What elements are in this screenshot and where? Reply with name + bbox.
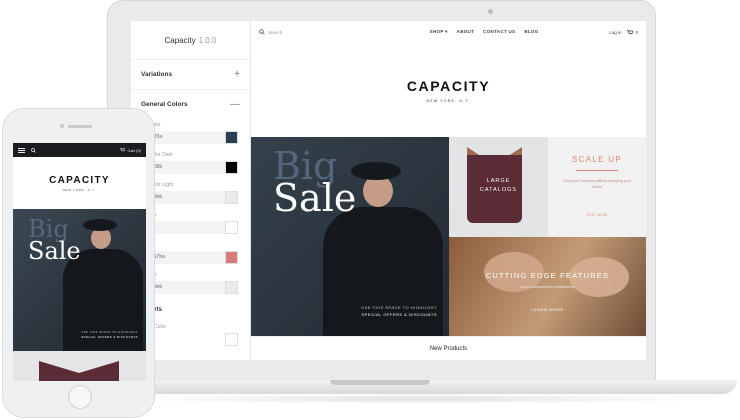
color-swatch[interactable] (225, 221, 238, 234)
hero-caption: SPECIAL OFFERS & DISCOUNTS (81, 335, 138, 339)
account-links: Log in 0 (609, 30, 638, 35)
color-input[interactable]: f (141, 221, 235, 234)
model-hat (351, 162, 401, 180)
panel-version: 1.0.0 (198, 35, 217, 45)
color-swatch[interactable] (225, 191, 238, 204)
new-products-heading: New Products (251, 336, 646, 360)
tile-label-line: LARGE (486, 178, 511, 184)
tile-divider (576, 170, 618, 171)
color-input[interactable]: 505b (141, 161, 235, 174)
phone-home-button[interactable] (68, 385, 92, 409)
main-nav: SHOP ▾ ABOUT CONTACT US BLOG (359, 29, 609, 35)
tile-title: SCALE UP (572, 155, 622, 164)
color-input[interactable]: e9eb (141, 191, 235, 204)
logo-subtitle: NEW YORK, N.Y. (62, 188, 97, 192)
phone-cart-label: Cart (0) (127, 147, 141, 153)
laptop-screen: Capacity 1.0.0 Variations + General Colo… (131, 21, 646, 360)
cart-link[interactable]: 0 (627, 30, 638, 35)
phone-top-left (18, 147, 36, 153)
hero-caption: USE THIS SPACE TO HIGHLIGHT (361, 305, 437, 310)
nav-about[interactable]: ABOUT (457, 29, 475, 35)
color-swatch[interactable] (225, 281, 238, 294)
color-swatch[interactable] (225, 251, 238, 264)
tile-label: LARGE CATALOGS (449, 177, 548, 195)
menu-icon[interactable] (18, 147, 25, 153)
nav-blog[interactable]: BLOG (524, 29, 538, 35)
tile-catalogs[interactable]: LARGE CATALOGS (449, 137, 548, 237)
nav-contact[interactable]: CONTACT US (483, 29, 515, 35)
logo-subtitle: NEW YORK, N.Y. (426, 98, 471, 103)
tile-scale-up[interactable]: SCALE UP Grow your business without chan… (548, 137, 646, 237)
hero-caption: USE THIS SPACE TO HIGHLIGHT (81, 330, 138, 334)
section-variations[interactable]: Variations + (131, 59, 250, 89)
cart-count: 0 (635, 29, 638, 35)
hero-caption: SPECIAL OFFERS & DISCOUNTS (361, 312, 437, 317)
logo-word: CAPACITY (49, 174, 110, 186)
cart-icon (627, 29, 634, 34)
panel-title: Capacity 1.0.0 (131, 21, 250, 59)
phone-top-bar: Cart (0) (13, 143, 146, 157)
phone-speaker (68, 125, 92, 128)
color-input[interactable]: a17ba (141, 251, 235, 264)
model-hat (83, 219, 117, 231)
phone-cart-link[interactable]: Cart (0) (120, 148, 141, 153)
device-mockup: Capacity 1.0.0 Variations + General Colo… (0, 0, 740, 420)
tile-label-line: CATALOGS (479, 186, 518, 193)
hero-sale: Sale (273, 176, 357, 220)
search-input[interactable]: Search (268, 30, 282, 35)
phone-screen: Cart (0) CAPACITY NEW YORK, N.Y. Big Sal… (13, 143, 146, 381)
tile-title: CUTTING EDGE FEATURES (485, 271, 610, 280)
tile-subtitle: A new standard in ecommerce (520, 284, 575, 289)
laptop-camera (488, 9, 493, 14)
color-swatch[interactable] (225, 161, 238, 174)
search-icon (259, 29, 265, 35)
storefront: Search SHOP ▾ ABOUT CONTACT US BLOG Log … (251, 21, 646, 360)
nav-shop[interactable]: SHOP ▾ (430, 29, 448, 35)
plus-icon[interactable]: + (234, 69, 240, 80)
minus-icon[interactable]: — (230, 99, 240, 110)
panel-title-name: Capacity (164, 35, 196, 45)
cart-icon (120, 148, 126, 152)
phone-camera (60, 124, 64, 128)
see-now-link[interactable]: SEE NOW (548, 213, 646, 217)
section-label: General Colors (141, 101, 188, 108)
site-logo[interactable]: CAPACITY NEW YORK, N.Y. (251, 43, 646, 137)
logo-word: CAPACITY (406, 77, 491, 94)
hero-banner[interactable]: Big Sale USE THIS SPACE TO HIGHLIGHT SPE… (251, 137, 449, 336)
tile-description: Grow your business without changing your… (563, 179, 631, 189)
color-input[interactable]: e9eb (141, 281, 235, 294)
color-input[interactable]: f3f3a (141, 131, 235, 144)
promo-grid: Big Sale USE THIS SPACE TO HIGHLIGHT SPE… (251, 137, 646, 336)
card-holder-image (39, 361, 119, 381)
laptop-shadow (120, 394, 720, 404)
phone-next-tile[interactable] (13, 351, 146, 381)
section-label: Variations (141, 71, 173, 78)
tile-features[interactable]: CUTTING EDGE FEATURES A new standard in … (449, 237, 646, 336)
hero-sale: Sale (28, 237, 81, 265)
learn-more-link[interactable]: LEARN MORE (449, 307, 646, 312)
search-box[interactable]: Search (259, 29, 359, 35)
login-link[interactable]: Log in (609, 30, 621, 35)
search-icon[interactable] (31, 147, 36, 153)
phone-logo[interactable]: CAPACITY NEW YORK, N.Y. (13, 157, 146, 209)
top-bar: Search SHOP ▾ ABOUT CONTACT US BLOG Log … (251, 21, 646, 43)
color-swatch[interactable] (225, 333, 238, 346)
phone-hero-banner[interactable]: Big Sale USE THIS SPACE TO HIGHLIGHT SPE… (13, 209, 146, 351)
color-swatch[interactable] (225, 131, 238, 144)
laptop-notch (330, 380, 430, 385)
